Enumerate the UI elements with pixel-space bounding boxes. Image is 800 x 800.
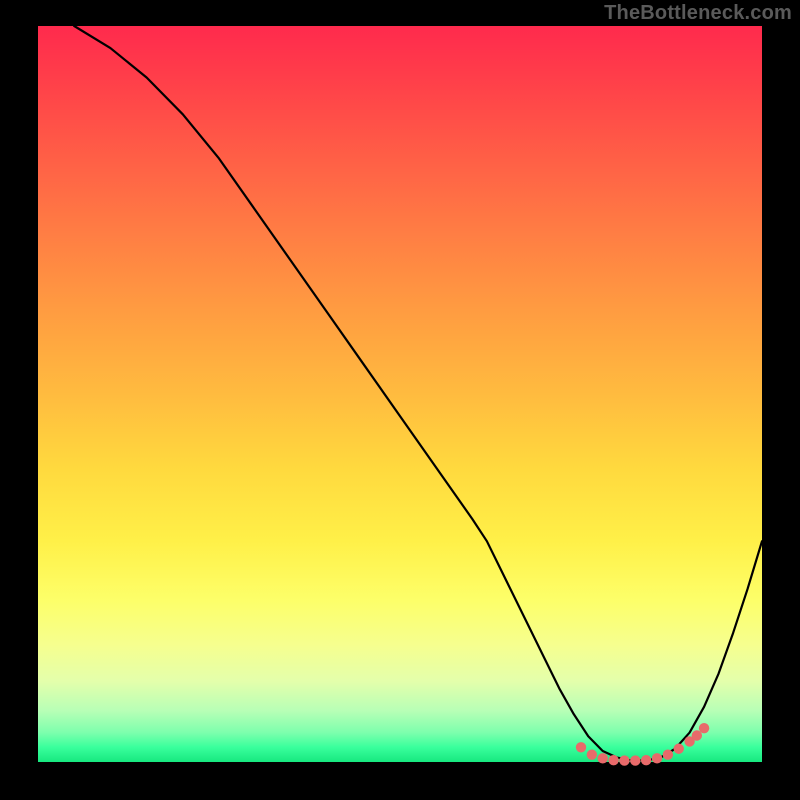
highlight-dot xyxy=(663,749,673,759)
highlight-dot xyxy=(619,755,629,765)
highlight-dot xyxy=(630,755,640,765)
highlight-dot xyxy=(598,753,608,763)
chart-stage: TheBottleneck.com xyxy=(0,0,800,800)
highlight-dot xyxy=(699,723,709,733)
highlight-dot xyxy=(587,749,597,759)
highlight-dot xyxy=(576,742,586,752)
plot-area xyxy=(38,26,762,762)
highlight-dot xyxy=(652,753,662,763)
bottleneck-curve xyxy=(74,26,762,761)
highlight-dot xyxy=(674,744,684,754)
watermark-label: TheBottleneck.com xyxy=(604,2,792,25)
highlight-dot xyxy=(608,755,618,765)
curve-layer xyxy=(38,26,762,762)
curve-path-group xyxy=(74,26,762,761)
highlight-dot xyxy=(641,755,651,765)
